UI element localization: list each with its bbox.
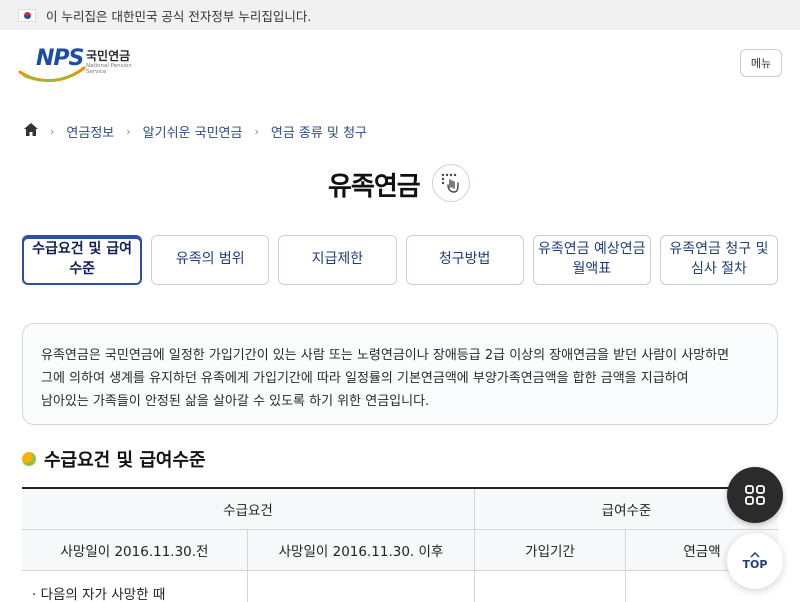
section-heading: 수급요건 및 급여수준 — [22, 446, 206, 472]
chevron-right-icon: › — [50, 125, 55, 138]
quick-menu-button[interactable] — [727, 467, 783, 523]
scroll-top-button[interactable]: TOP — [727, 533, 783, 589]
table-cell — [475, 571, 626, 602]
table-group-header-row: 수급요건 급여수준 — [22, 489, 778, 530]
page-title: 유족연금 — [328, 172, 421, 202]
nps-logo[interactable]: NPS 국민연금 National Pension Service — [18, 44, 148, 84]
logo-brand: NPS — [36, 46, 84, 71]
intro-line: 유족연금은 국민연금에 일정한 가입기간이 있는 사람 또는 노령연금이나 장애… — [41, 348, 730, 363]
page-title-area: 유족연금 — [0, 160, 800, 208]
gov-banner: 이 누리집은 대한민국 공식 전자정부 누리집입니다. — [0, 0, 800, 30]
intro-line: 그에 의하여 생계를 유지하던 유족에게 가입기간에 따라 일정률의 기본연금액… — [41, 371, 689, 386]
section-title: 수급요건 및 급여수준 — [44, 450, 206, 471]
table-header: 사망일이 2016.11.30.전 — [22, 530, 248, 571]
table-cell — [248, 571, 475, 602]
chevron-right-icon: › — [126, 125, 131, 138]
breadcrumb-item-pension-info[interactable]: 연금정보 — [66, 122, 114, 141]
logo-korean: 국민연금 — [86, 49, 131, 63]
tab-survivor-scope[interactable]: 유족의 범위 — [151, 235, 270, 285]
korea-flag-icon — [18, 8, 36, 22]
chevron-right-icon: › — [254, 125, 259, 138]
logo-english: National Pension Service — [86, 63, 132, 75]
tab-eligibility[interactable]: 수급요건 및 급여수준 — [22, 235, 143, 285]
hand-braille-icon — [441, 173, 459, 193]
site-header: NPS 국민연금 National Pension Service 메뉴 — [0, 30, 800, 100]
menu-button[interactable]: 메뉴 — [740, 49, 782, 77]
intro-box: 유족연금은 국민연금에 일정한 가입기간이 있는 사람 또는 노령연금이나 장애… — [22, 323, 778, 425]
chevron-up-icon — [750, 551, 760, 558]
table-row: · 다음의 자가 사망한 때 — [22, 571, 778, 602]
table-sub-header-row: 사망일이 2016.11.30.전 사망일이 2016.11.30. 이후 가입… — [22, 530, 778, 571]
content-tabs: 수급요건 및 급여수준 유족의 범위 지급제한 청구방법 유족연금 예상연금월액… — [22, 235, 779, 285]
scroll-top-label: TOP — [742, 558, 768, 571]
tab-claim-procedure[interactable]: 유족연금 청구 및 심사 절차 — [659, 235, 779, 285]
tab-claim-method[interactable]: 청구방법 — [405, 235, 524, 285]
section-bullet-icon — [22, 452, 36, 466]
table-header: 가입기간 — [475, 530, 626, 571]
breadcrumb-item-easy-pension[interactable]: 알기쉬운 국민연금 — [143, 122, 243, 141]
sign-language-button[interactable] — [432, 164, 470, 202]
home-icon[interactable] — [24, 123, 38, 140]
intro-line: 남아있는 가족들이 안정된 삶을 살아갈 수 있도록 하기 위한 연금입니다. — [41, 394, 430, 409]
tab-payment-limit[interactable]: 지급제한 — [278, 235, 397, 285]
table-cell: · 다음의 자가 사망한 때 — [22, 571, 248, 602]
table-header: 사망일이 2016.11.30. 이후 — [248, 530, 475, 571]
tab-estimated-table[interactable]: 유족연금 예상연금월액표 — [532, 235, 651, 285]
eligibility-table: 수급요건 급여수준 사망일이 2016.11.30.전 사망일이 2016.11… — [22, 487, 778, 602]
breadcrumb: › 연금정보 › 알기쉬운 국민연금 › 연금 종류 및 청구 — [24, 122, 367, 141]
table-header: 수급요건 — [22, 489, 475, 530]
gov-banner-text: 이 누리집은 대한민국 공식 전자정부 누리집입니다. — [46, 8, 312, 24]
breadcrumb-item-pension-types[interactable]: 연금 종류 및 청구 — [271, 122, 367, 141]
grid-icon — [745, 485, 765, 505]
